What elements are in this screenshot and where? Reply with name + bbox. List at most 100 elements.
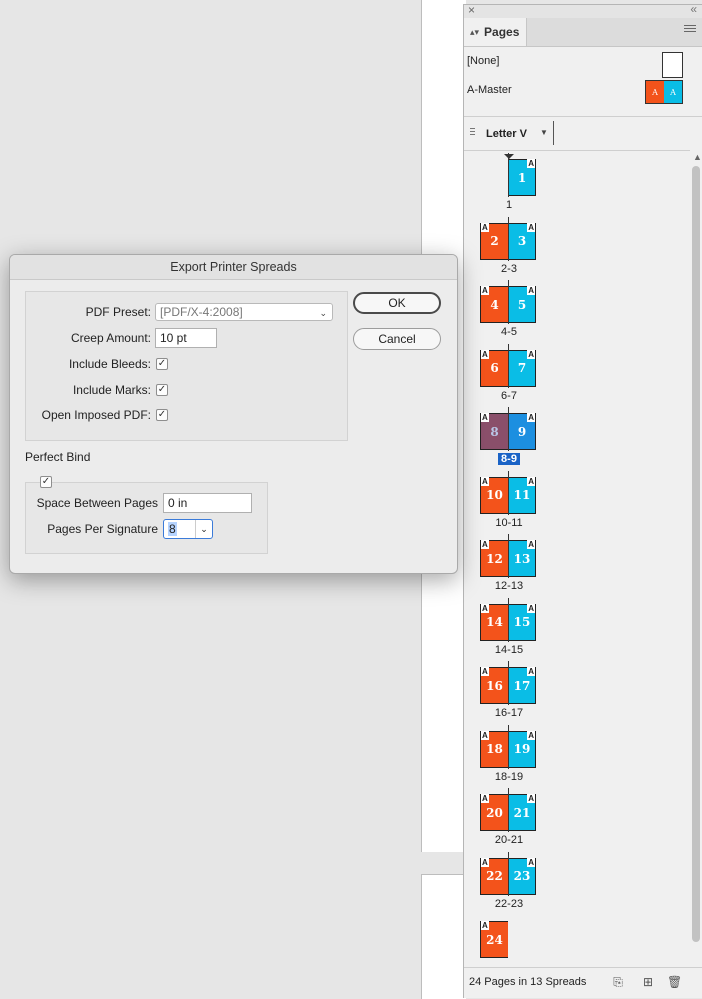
spread[interactable]: A 14 A 15 14-15 — [480, 597, 538, 656]
spread[interactable]: A 4 A 5 4-5 — [480, 280, 538, 338]
page-thumbnail[interactable]: A 15 — [508, 603, 536, 641]
ok-button[interactable]: OK — [353, 292, 441, 314]
page-number: 13 — [513, 551, 531, 566]
spread-spine — [508, 407, 509, 451]
signature-select[interactable]: 8 ⌄ — [163, 519, 213, 539]
panel-menu-icon[interactable] — [684, 25, 696, 35]
spread-spine — [508, 280, 509, 324]
spread[interactable]: A 2 A 3 2-3 — [480, 216, 538, 275]
trash-icon[interactable]: 🗑 — [667, 975, 682, 989]
master-letter: A — [481, 413, 489, 422]
page-thumbnail[interactable]: A4 — [480, 286, 508, 323]
page-number: 19 — [513, 742, 531, 756]
creep-input[interactable]: 10 pt — [155, 328, 217, 348]
page-thumbnail[interactable]: A8 — [480, 413, 508, 450]
spread-label-text: 14-15 — [494, 643, 524, 656]
page-thumbnail[interactable]: A3 — [508, 222, 536, 260]
page-number: 9 — [517, 424, 527, 439]
spread[interactable]: A 20 A 21 20-21 — [480, 788, 538, 846]
page-thumbnail[interactable]: A 12 — [480, 540, 508, 577]
spread[interactable]: A 12 A 13 12-13 — [480, 534, 538, 592]
page-number: 5 — [517, 297, 527, 312]
scroll-up-icon[interactable]: ▲ — [693, 152, 702, 162]
master-letter: A — [527, 603, 535, 613]
page-thumbnail[interactable]: A 24 — [480, 921, 508, 958]
page-thumbnail[interactable]: A 16 — [480, 667, 508, 704]
sort-arrows-icon: ▴▾ — [470, 26, 480, 37]
pdf-preset-select[interactable]: [PDF/X-4:2008] ⌄ — [155, 303, 333, 321]
master-letter: A — [527, 794, 535, 803]
perfect-bind-checkbox[interactable]: ✓ — [40, 476, 52, 488]
grip-icon[interactable] — [470, 128, 475, 138]
page-thumbnail[interactable]: A7 — [508, 349, 536, 387]
page-thumbnail[interactable]: A9 — [508, 413, 536, 450]
spread-label: 2-3 — [480, 263, 538, 275]
scrollbar[interactable]: ▲ — [690, 150, 702, 950]
master-letter: A — [481, 476, 489, 486]
spread-pages: A2A3 — [480, 216, 538, 261]
collapse-icon[interactable]: « — [690, 2, 697, 16]
panel-titlebar: × « — [464, 2, 702, 18]
page-thumbnail[interactable]: A 10 — [480, 476, 508, 514]
spread[interactable]: A 24 — [480, 921, 538, 959]
spread[interactable]: A 8 A 9 8-9 — [480, 407, 538, 465]
page-thumbnail[interactable]: A 18 — [480, 730, 508, 768]
cancel-button[interactable]: Cancel — [353, 328, 441, 350]
include-bleeds-checkbox[interactable]: ✓ — [156, 358, 168, 370]
spread[interactable]: A11 — [480, 153, 538, 211]
master-letter: A — [527, 540, 535, 549]
spread-spine — [508, 153, 509, 197]
page-thumbnail[interactable]: A 13 — [508, 540, 536, 577]
page-size-label[interactable]: Letter V — [486, 128, 527, 140]
spread[interactable]: A 6 A 7 6-7 — [480, 343, 538, 402]
spread[interactable]: A 10 A 11 10-11 — [480, 470, 538, 529]
page-thumbnail[interactable]: A 11 — [508, 476, 536, 514]
page-thumbnail[interactable]: A6 — [480, 349, 508, 387]
page-thumbnail[interactable]: A 20 — [480, 794, 508, 831]
chevron-down-icon[interactable]: ▼ — [540, 128, 548, 137]
spread-pages: A 16 A 17 — [480, 661, 538, 705]
spread-label-text: 1 — [505, 199, 513, 211]
tab-pages[interactable]: ▴▾ Pages — [464, 18, 527, 46]
master-none[interactable]: [None] — [464, 47, 702, 78]
close-icon[interactable]: × — [468, 3, 475, 17]
page-thumbnail[interactable]: A 23 — [508, 857, 536, 895]
scrollbar-thumb[interactable] — [692, 166, 700, 942]
master-a-thumbnail[interactable]: A A — [645, 80, 683, 104]
edit-page-size-icon[interactable]: ⎘ — [611, 975, 625, 989]
open-pdf-checkbox[interactable]: ✓ — [156, 409, 168, 421]
spread-spine — [508, 724, 509, 769]
master-a-label: A-Master — [467, 84, 512, 96]
master-a[interactable]: A-Master A A — [464, 76, 702, 105]
spread-spine — [508, 343, 509, 388]
spread-pages: A 22 A 23 — [480, 851, 538, 896]
page-thumbnail[interactable]: A 21 — [508, 794, 536, 831]
open-pdf-row: Open Imposed PDF: — [26, 405, 151, 425]
page-thumbnail[interactable]: A2 — [480, 222, 508, 260]
page-thumbnail[interactable]: A1 — [508, 159, 536, 196]
spread-spine — [508, 788, 509, 832]
page-thumbnail[interactable]: A 14 — [480, 603, 508, 641]
page-number: 15 — [513, 615, 531, 629]
master-letter: A — [481, 921, 489, 930]
dialog-title: Export Printer Spreads — [10, 255, 457, 280]
page-thumbnail[interactable]: A 17 — [508, 667, 536, 704]
page-thumbnail[interactable]: A 19 — [508, 730, 536, 768]
spread-spine — [508, 597, 509, 642]
page-thumbnail[interactable]: A 22 — [480, 857, 508, 895]
export-printer-spreads-dialog: Export Printer Spreads PDF Preset: [PDF/… — [9, 254, 458, 574]
include-marks-checkbox[interactable]: ✓ — [156, 384, 168, 396]
new-page-icon[interactable]: ⊞ — [641, 975, 655, 989]
spread[interactable]: A 22 A 23 22-23 — [480, 851, 538, 910]
spread-label: 14-15 — [480, 644, 538, 656]
spread[interactable]: A 18 A 19 18-19 — [480, 724, 538, 783]
master-none-thumbnail[interactable] — [662, 52, 683, 78]
include-marks-row: Include Marks: — [26, 380, 151, 400]
spread-label: 8-9 — [480, 453, 538, 465]
pdf-preset-row: PDF Preset: — [26, 302, 151, 322]
spread[interactable]: A 16 A 17 16-17 — [480, 661, 538, 719]
page-number: 6 — [490, 361, 499, 375]
master-none-label: [None] — [467, 55, 500, 67]
space-input[interactable]: 0 in — [163, 493, 252, 513]
page-thumbnail[interactable]: A5 — [508, 286, 536, 323]
